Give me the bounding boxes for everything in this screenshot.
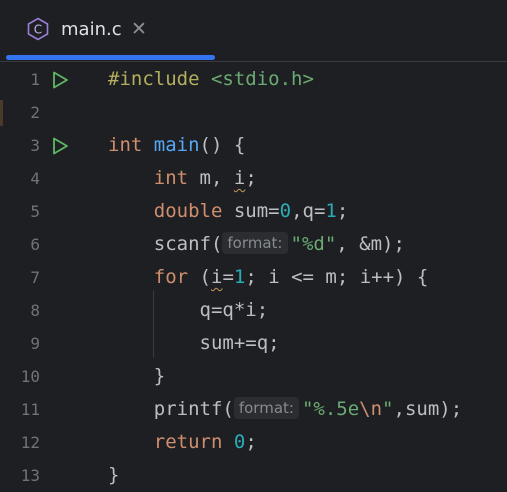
run-icon[interactable] bbox=[50, 70, 70, 90]
line-number: 10 bbox=[20, 367, 40, 386]
code-token: ; bbox=[245, 431, 257, 453]
code-token: = bbox=[222, 266, 234, 288]
code-token: , &m); bbox=[336, 233, 405, 255]
parameter-hint: format: bbox=[222, 232, 288, 254]
tab-main-c[interactable]: C main.c ✕ bbox=[6, 0, 215, 62]
line-number: 1 bbox=[30, 70, 40, 89]
code-token: i bbox=[233, 167, 246, 189]
code-token: #include bbox=[108, 68, 211, 90]
code-token: ; bbox=[336, 200, 349, 222]
code-token: 0 bbox=[279, 200, 292, 222]
code-token: () { bbox=[199, 134, 246, 156]
code-token: 1 bbox=[233, 266, 246, 288]
code-token: ,sum); bbox=[393, 398, 463, 420]
line-number: 12 bbox=[20, 433, 40, 452]
code-text[interactable]: printf(format: "%.5e\n",sum); bbox=[108, 393, 462, 426]
code-text[interactable]: #include <stdio.h> bbox=[108, 63, 314, 96]
code-token: return bbox=[153, 431, 223, 453]
code-text[interactable]: sum+=q; bbox=[108, 327, 280, 360]
code-text[interactable]: for (i=1; i <= m; i++) { bbox=[108, 261, 429, 294]
line-number: 7 bbox=[30, 268, 40, 287]
svg-text:C: C bbox=[34, 23, 42, 37]
code-token: main bbox=[153, 134, 200, 156]
code-token: printf( bbox=[108, 398, 234, 420]
line-number: 5 bbox=[30, 202, 40, 221]
code-token: m, bbox=[188, 167, 234, 189]
code-token: } bbox=[108, 365, 166, 387]
code-text[interactable]: return 0; bbox=[108, 426, 257, 459]
run-icon[interactable] bbox=[50, 136, 70, 156]
code-line[interactable]: 7 for (i=1; i <= m; i++) { bbox=[0, 261, 507, 294]
code-line[interactable]: 9 sum+=q; bbox=[0, 327, 507, 360]
code-line[interactable]: 13} bbox=[0, 459, 507, 492]
code-editor[interactable]: 1 #include <stdio.h> 2 3 int main() {4 int m… bbox=[0, 62, 507, 489]
code-line[interactable]: 11 printf(format: "%.5e\n",sum); bbox=[0, 393, 507, 426]
code-token: 0 bbox=[233, 431, 246, 453]
code-line[interactable]: 8 q=q*i; bbox=[0, 294, 507, 327]
code-line[interactable]: 10 } bbox=[0, 360, 507, 393]
code-token: for bbox=[153, 266, 189, 288]
code-token: } bbox=[108, 464, 120, 486]
code-token: \n bbox=[359, 398, 383, 420]
code-line[interactable]: 3 int main() { bbox=[0, 129, 507, 162]
line-number: 8 bbox=[30, 301, 40, 320]
code-text[interactable]: int main() { bbox=[108, 129, 245, 162]
line-number: 3 bbox=[30, 136, 40, 155]
code-text[interactable]: double sum=0,q=1; bbox=[108, 195, 349, 228]
code-token: 1 bbox=[325, 200, 337, 222]
code-token: "%d" bbox=[290, 233, 337, 255]
code-token: sum= bbox=[222, 200, 280, 222]
code-text[interactable]: int m, i; bbox=[108, 162, 257, 195]
editor-tab-bar: C main.c ✕ bbox=[0, 0, 507, 62]
code-token: ,q= bbox=[291, 200, 326, 222]
code-token: int bbox=[108, 134, 143, 156]
line-number: 11 bbox=[20, 400, 40, 419]
code-token: ( bbox=[188, 266, 211, 288]
code-text[interactable]: scanf(format: "%d", &m); bbox=[108, 228, 405, 261]
code-token: scanf( bbox=[108, 233, 223, 255]
line-number: 13 bbox=[20, 466, 40, 485]
active-tab-indicator bbox=[6, 55, 215, 60]
c-file-icon: C bbox=[27, 17, 49, 41]
code-line[interactable]: 1 #include <stdio.h> bbox=[0, 63, 507, 96]
code-token: i bbox=[210, 266, 223, 288]
code-token: double bbox=[153, 200, 223, 222]
code-token: sum+=q; bbox=[108, 332, 280, 354]
code-text[interactable]: } bbox=[108, 459, 119, 492]
parameter-hint: format: bbox=[233, 397, 299, 419]
code-text[interactable]: q=q*i; bbox=[108, 294, 269, 327]
code-line[interactable]: 4 int m, i; bbox=[0, 162, 507, 195]
code-text[interactable]: } bbox=[108, 360, 165, 393]
tab-filename: main.c bbox=[61, 19, 122, 40]
code-token: "%.5e bbox=[301, 398, 360, 420]
code-token: ; i <= m; i++) { bbox=[245, 266, 429, 288]
line-number: 4 bbox=[30, 169, 40, 188]
code-token: ; bbox=[245, 167, 257, 189]
line-number: 6 bbox=[30, 235, 40, 254]
code-line[interactable]: 12 return 0; bbox=[0, 426, 507, 459]
code-token: " bbox=[382, 398, 394, 420]
code-line[interactable]: 6 scanf(format: "%d", &m); bbox=[0, 228, 507, 261]
code-line[interactable]: 2 bbox=[0, 96, 507, 129]
code-token: int bbox=[153, 167, 189, 189]
code-token: <stdio.h> bbox=[210, 68, 314, 90]
code-line[interactable]: 5 double sum=0,q=1; bbox=[0, 195, 507, 228]
line-number: 9 bbox=[30, 334, 40, 353]
close-icon[interactable]: ✕ bbox=[127, 17, 151, 41]
line-number: 2 bbox=[30, 103, 40, 122]
code-token: q=q*i; bbox=[108, 299, 269, 321]
